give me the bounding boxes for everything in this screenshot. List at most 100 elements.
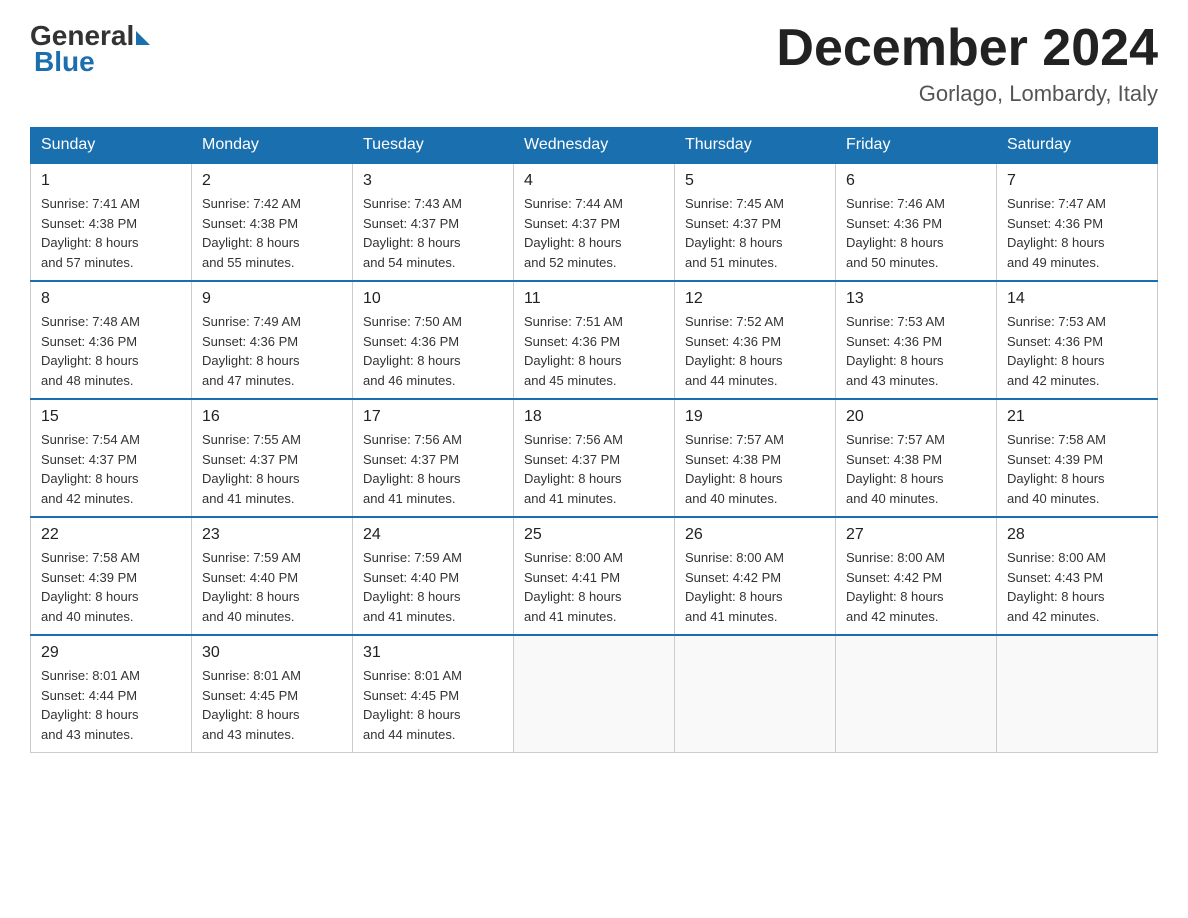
day-number: 31	[363, 644, 503, 662]
page-header: General Blue December 2024 Gorlago, Lomb…	[30, 20, 1158, 107]
month-title: December 2024	[776, 20, 1158, 77]
calendar-day-cell: 30 Sunrise: 8:01 AMSunset: 4:45 PMDaylig…	[192, 635, 353, 753]
day-number: 13	[846, 290, 986, 308]
calendar-day-cell	[836, 635, 997, 753]
calendar-day-cell: 25 Sunrise: 8:00 AMSunset: 4:41 PMDaylig…	[514, 517, 675, 635]
day-info: Sunrise: 7:57 AMSunset: 4:38 PMDaylight:…	[846, 430, 986, 508]
day-number: 16	[202, 408, 342, 426]
calendar-day-cell	[675, 635, 836, 753]
calendar-day-cell: 20 Sunrise: 7:57 AMSunset: 4:38 PMDaylig…	[836, 399, 997, 517]
day-info: Sunrise: 7:44 AMSunset: 4:37 PMDaylight:…	[524, 194, 664, 272]
day-number: 23	[202, 526, 342, 544]
day-number: 15	[41, 408, 181, 426]
calendar-day-cell: 28 Sunrise: 8:00 AMSunset: 4:43 PMDaylig…	[997, 517, 1158, 635]
day-info: Sunrise: 7:58 AMSunset: 4:39 PMDaylight:…	[41, 548, 181, 626]
day-number: 20	[846, 408, 986, 426]
calendar-day-cell	[997, 635, 1158, 753]
calendar-week-row: 29 Sunrise: 8:01 AMSunset: 4:44 PMDaylig…	[31, 635, 1158, 753]
day-info: Sunrise: 7:56 AMSunset: 4:37 PMDaylight:…	[363, 430, 503, 508]
day-header-wednesday: Wednesday	[514, 128, 675, 164]
location-text: Gorlago, Lombardy, Italy	[776, 81, 1158, 107]
day-info: Sunrise: 7:53 AMSunset: 4:36 PMDaylight:…	[846, 312, 986, 390]
calendar-week-row: 22 Sunrise: 7:58 AMSunset: 4:39 PMDaylig…	[31, 517, 1158, 635]
day-info: Sunrise: 7:55 AMSunset: 4:37 PMDaylight:…	[202, 430, 342, 508]
day-info: Sunrise: 7:42 AMSunset: 4:38 PMDaylight:…	[202, 194, 342, 272]
calendar-day-cell: 31 Sunrise: 8:01 AMSunset: 4:45 PMDaylig…	[353, 635, 514, 753]
day-number: 28	[1007, 526, 1147, 544]
calendar-week-row: 8 Sunrise: 7:48 AMSunset: 4:36 PMDayligh…	[31, 281, 1158, 399]
calendar-week-row: 1 Sunrise: 7:41 AMSunset: 4:38 PMDayligh…	[31, 163, 1158, 281]
calendar-week-row: 15 Sunrise: 7:54 AMSunset: 4:37 PMDaylig…	[31, 399, 1158, 517]
calendar-day-cell: 27 Sunrise: 8:00 AMSunset: 4:42 PMDaylig…	[836, 517, 997, 635]
day-number: 9	[202, 290, 342, 308]
calendar-day-cell: 10 Sunrise: 7:50 AMSunset: 4:36 PMDaylig…	[353, 281, 514, 399]
day-info: Sunrise: 7:57 AMSunset: 4:38 PMDaylight:…	[685, 430, 825, 508]
day-number: 25	[524, 526, 664, 544]
calendar-day-cell: 1 Sunrise: 7:41 AMSunset: 4:38 PMDayligh…	[31, 163, 192, 281]
day-info: Sunrise: 8:00 AMSunset: 4:43 PMDaylight:…	[1007, 548, 1147, 626]
day-header-tuesday: Tuesday	[353, 128, 514, 164]
calendar-day-cell: 5 Sunrise: 7:45 AMSunset: 4:37 PMDayligh…	[675, 163, 836, 281]
day-info: Sunrise: 8:00 AMSunset: 4:42 PMDaylight:…	[846, 548, 986, 626]
day-header-friday: Friday	[836, 128, 997, 164]
calendar-day-cell: 7 Sunrise: 7:47 AMSunset: 4:36 PMDayligh…	[997, 163, 1158, 281]
calendar-day-cell: 19 Sunrise: 7:57 AMSunset: 4:38 PMDaylig…	[675, 399, 836, 517]
day-number: 29	[41, 644, 181, 662]
calendar-day-cell: 23 Sunrise: 7:59 AMSunset: 4:40 PMDaylig…	[192, 517, 353, 635]
calendar-day-cell: 26 Sunrise: 8:00 AMSunset: 4:42 PMDaylig…	[675, 517, 836, 635]
day-number: 6	[846, 172, 986, 190]
day-info: Sunrise: 7:54 AMSunset: 4:37 PMDaylight:…	[41, 430, 181, 508]
day-number: 21	[1007, 408, 1147, 426]
calendar-day-cell: 22 Sunrise: 7:58 AMSunset: 4:39 PMDaylig…	[31, 517, 192, 635]
day-info: Sunrise: 7:46 AMSunset: 4:36 PMDaylight:…	[846, 194, 986, 272]
day-number: 5	[685, 172, 825, 190]
day-number: 24	[363, 526, 503, 544]
day-info: Sunrise: 7:47 AMSunset: 4:36 PMDaylight:…	[1007, 194, 1147, 272]
day-number: 17	[363, 408, 503, 426]
day-header-sunday: Sunday	[31, 128, 192, 164]
day-info: Sunrise: 8:01 AMSunset: 4:44 PMDaylight:…	[41, 666, 181, 744]
day-number: 22	[41, 526, 181, 544]
calendar-day-cell: 16 Sunrise: 7:55 AMSunset: 4:37 PMDaylig…	[192, 399, 353, 517]
day-info: Sunrise: 8:01 AMSunset: 4:45 PMDaylight:…	[363, 666, 503, 744]
calendar-day-cell	[514, 635, 675, 753]
day-number: 2	[202, 172, 342, 190]
day-info: Sunrise: 7:48 AMSunset: 4:36 PMDaylight:…	[41, 312, 181, 390]
calendar-table: SundayMondayTuesdayWednesdayThursdayFrid…	[30, 127, 1158, 753]
calendar-day-cell: 11 Sunrise: 7:51 AMSunset: 4:36 PMDaylig…	[514, 281, 675, 399]
day-header-saturday: Saturday	[997, 128, 1158, 164]
title-section: December 2024 Gorlago, Lombardy, Italy	[776, 20, 1158, 107]
day-number: 18	[524, 408, 664, 426]
day-number: 7	[1007, 172, 1147, 190]
calendar-day-cell: 12 Sunrise: 7:52 AMSunset: 4:36 PMDaylig…	[675, 281, 836, 399]
day-info: Sunrise: 7:58 AMSunset: 4:39 PMDaylight:…	[1007, 430, 1147, 508]
day-info: Sunrise: 7:41 AMSunset: 4:38 PMDaylight:…	[41, 194, 181, 272]
calendar-day-cell: 14 Sunrise: 7:53 AMSunset: 4:36 PMDaylig…	[997, 281, 1158, 399]
calendar-day-cell: 4 Sunrise: 7:44 AMSunset: 4:37 PMDayligh…	[514, 163, 675, 281]
calendar-day-cell: 24 Sunrise: 7:59 AMSunset: 4:40 PMDaylig…	[353, 517, 514, 635]
calendar-day-cell: 3 Sunrise: 7:43 AMSunset: 4:37 PMDayligh…	[353, 163, 514, 281]
day-info: Sunrise: 8:00 AMSunset: 4:41 PMDaylight:…	[524, 548, 664, 626]
day-number: 26	[685, 526, 825, 544]
day-number: 8	[41, 290, 181, 308]
calendar-day-cell: 6 Sunrise: 7:46 AMSunset: 4:36 PMDayligh…	[836, 163, 997, 281]
day-number: 3	[363, 172, 503, 190]
calendar-day-cell: 9 Sunrise: 7:49 AMSunset: 4:36 PMDayligh…	[192, 281, 353, 399]
logo-blue-text: Blue	[32, 46, 95, 78]
calendar-day-cell: 21 Sunrise: 7:58 AMSunset: 4:39 PMDaylig…	[997, 399, 1158, 517]
day-info: Sunrise: 7:43 AMSunset: 4:37 PMDaylight:…	[363, 194, 503, 272]
calendar-day-cell: 18 Sunrise: 7:56 AMSunset: 4:37 PMDaylig…	[514, 399, 675, 517]
day-info: Sunrise: 7:59 AMSunset: 4:40 PMDaylight:…	[202, 548, 342, 626]
day-header-monday: Monday	[192, 128, 353, 164]
day-info: Sunrise: 7:45 AMSunset: 4:37 PMDaylight:…	[685, 194, 825, 272]
calendar-header-row: SundayMondayTuesdayWednesdayThursdayFrid…	[31, 128, 1158, 164]
day-info: Sunrise: 8:00 AMSunset: 4:42 PMDaylight:…	[685, 548, 825, 626]
day-number: 12	[685, 290, 825, 308]
calendar-day-cell: 2 Sunrise: 7:42 AMSunset: 4:38 PMDayligh…	[192, 163, 353, 281]
day-info: Sunrise: 7:56 AMSunset: 4:37 PMDaylight:…	[524, 430, 664, 508]
day-info: Sunrise: 7:49 AMSunset: 4:36 PMDaylight:…	[202, 312, 342, 390]
day-number: 27	[846, 526, 986, 544]
day-number: 19	[685, 408, 825, 426]
day-number: 4	[524, 172, 664, 190]
day-info: Sunrise: 7:51 AMSunset: 4:36 PMDaylight:…	[524, 312, 664, 390]
